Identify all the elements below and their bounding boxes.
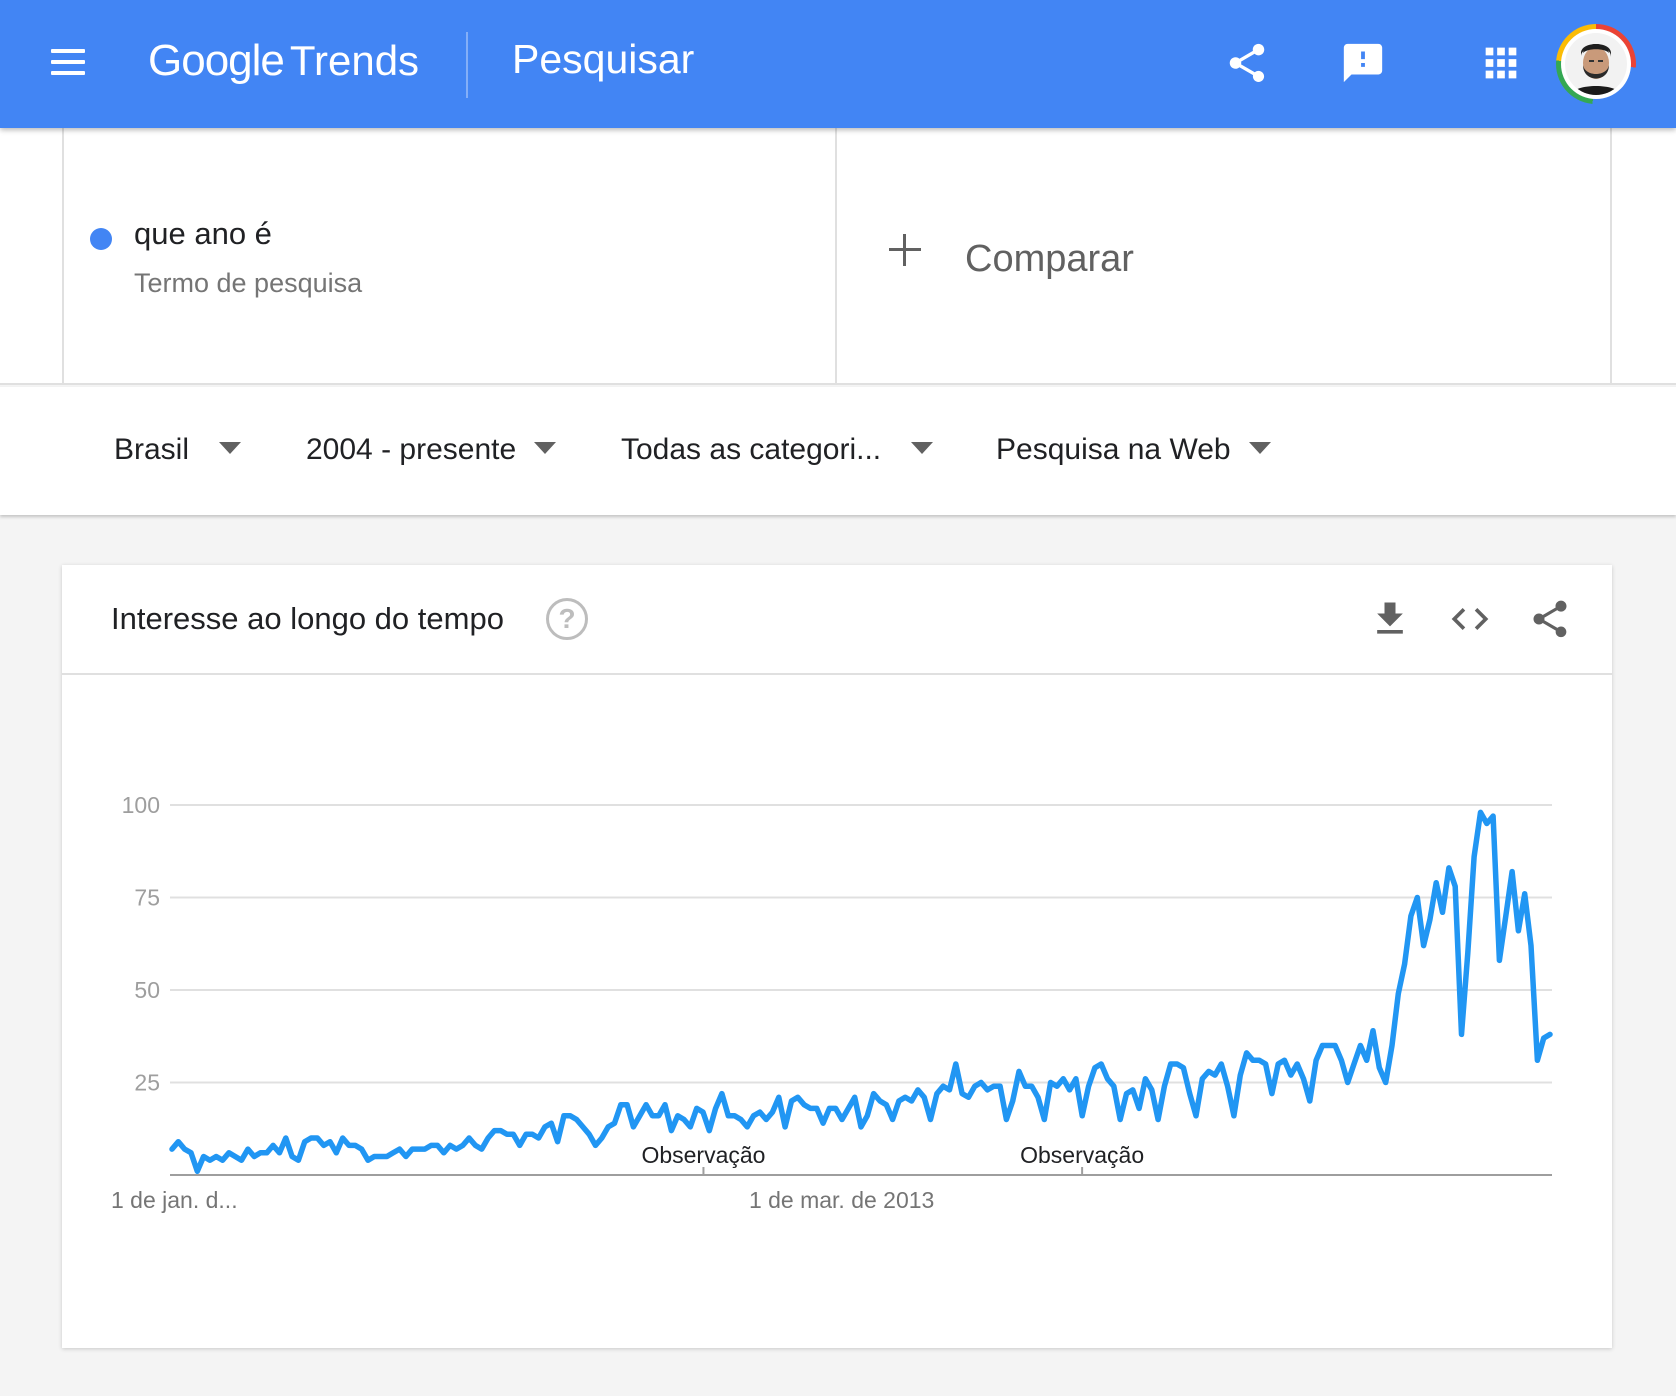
google-trends-logo[interactable]: Google Trends	[148, 36, 419, 92]
account-avatar[interactable]	[1556, 24, 1636, 104]
property-filter-dropdown[interactable]: Pesquisa na Web	[996, 433, 1271, 473]
feedback-icon[interactable]	[1340, 40, 1386, 86]
plus-icon	[889, 234, 921, 266]
page-title[interactable]: Pesquisar	[512, 36, 694, 83]
y-tick-label: 75	[134, 885, 160, 911]
compare-button[interactable]: Comparar	[837, 128, 1612, 383]
share-icon[interactable]	[1224, 40, 1270, 86]
brand-google-text: Google	[148, 36, 285, 85]
embed-icon[interactable]	[1448, 597, 1492, 641]
search-term-type: Termo de pesquisa	[134, 268, 363, 298]
term-color-dot	[90, 228, 112, 250]
search-term-name[interactable]: que ano é	[134, 216, 272, 252]
share-icon[interactable]	[1528, 597, 1572, 641]
y-tick-label: 25	[134, 1070, 160, 1096]
filter-bar: Brasil 2004 - presente Todas as categori…	[0, 387, 1676, 515]
category-filter-dropdown[interactable]: Todas as categori...	[621, 433, 934, 473]
brand-trends-text: Trends	[289, 37, 420, 84]
series-line	[169, 809, 1553, 1175]
header-divider	[466, 32, 468, 98]
region-filter-dropdown[interactable]: Brasil	[114, 433, 242, 473]
dropdown-arrow-icon	[219, 442, 242, 455]
term-panel: que ano é Termo de pesquisa Comparar	[0, 128, 1676, 385]
x-tick-label: 1 de mar. de 2013	[749, 1187, 934, 1213]
annotation-label: Observação	[641, 1142, 765, 1168]
time-filter-dropdown[interactable]: 2004 - presente	[306, 433, 557, 473]
app-header: Google Trends Pesquisar	[0, 0, 1676, 128]
help-icon[interactable]: ?	[546, 598, 588, 640]
avatar	[1565, 33, 1627, 95]
search-term-card[interactable]: que ano é Termo de pesquisa	[62, 128, 837, 383]
apps-icon[interactable]	[1478, 40, 1524, 86]
menu-icon[interactable]	[48, 42, 88, 86]
y-tick-label: 50	[134, 977, 160, 1003]
property-filter-label: Pesquisa na Web	[996, 433, 1231, 466]
interest-line-chart[interactable]: 25 50 75 100 Observação Observação 1 de jan. d…	[62, 677, 1612, 1337]
y-tick-label: 100	[122, 792, 160, 818]
annotation-label: Observação	[1020, 1142, 1144, 1168]
time-filter-label: 2004 - presente	[306, 433, 517, 466]
interest-over-time-card: Interesse ao longo do tempo ? 25 50 75 100 O…	[62, 565, 1612, 1348]
compare-label: Comparar	[965, 238, 1134, 280]
region-filter-label: Brasil	[114, 433, 190, 466]
card-title: Interesse ao longo do tempo	[111, 601, 504, 636]
category-filter-label: Todas as categori...	[621, 433, 882, 466]
dropdown-arrow-icon	[534, 442, 557, 455]
dropdown-arrow-icon	[911, 442, 934, 455]
dropdown-arrow-icon	[1248, 442, 1271, 455]
card-header: Interesse ao longo do tempo ?	[62, 565, 1612, 675]
x-tick-label: 1 de jan. d...	[111, 1187, 238, 1213]
download-icon[interactable]	[1368, 597, 1412, 641]
